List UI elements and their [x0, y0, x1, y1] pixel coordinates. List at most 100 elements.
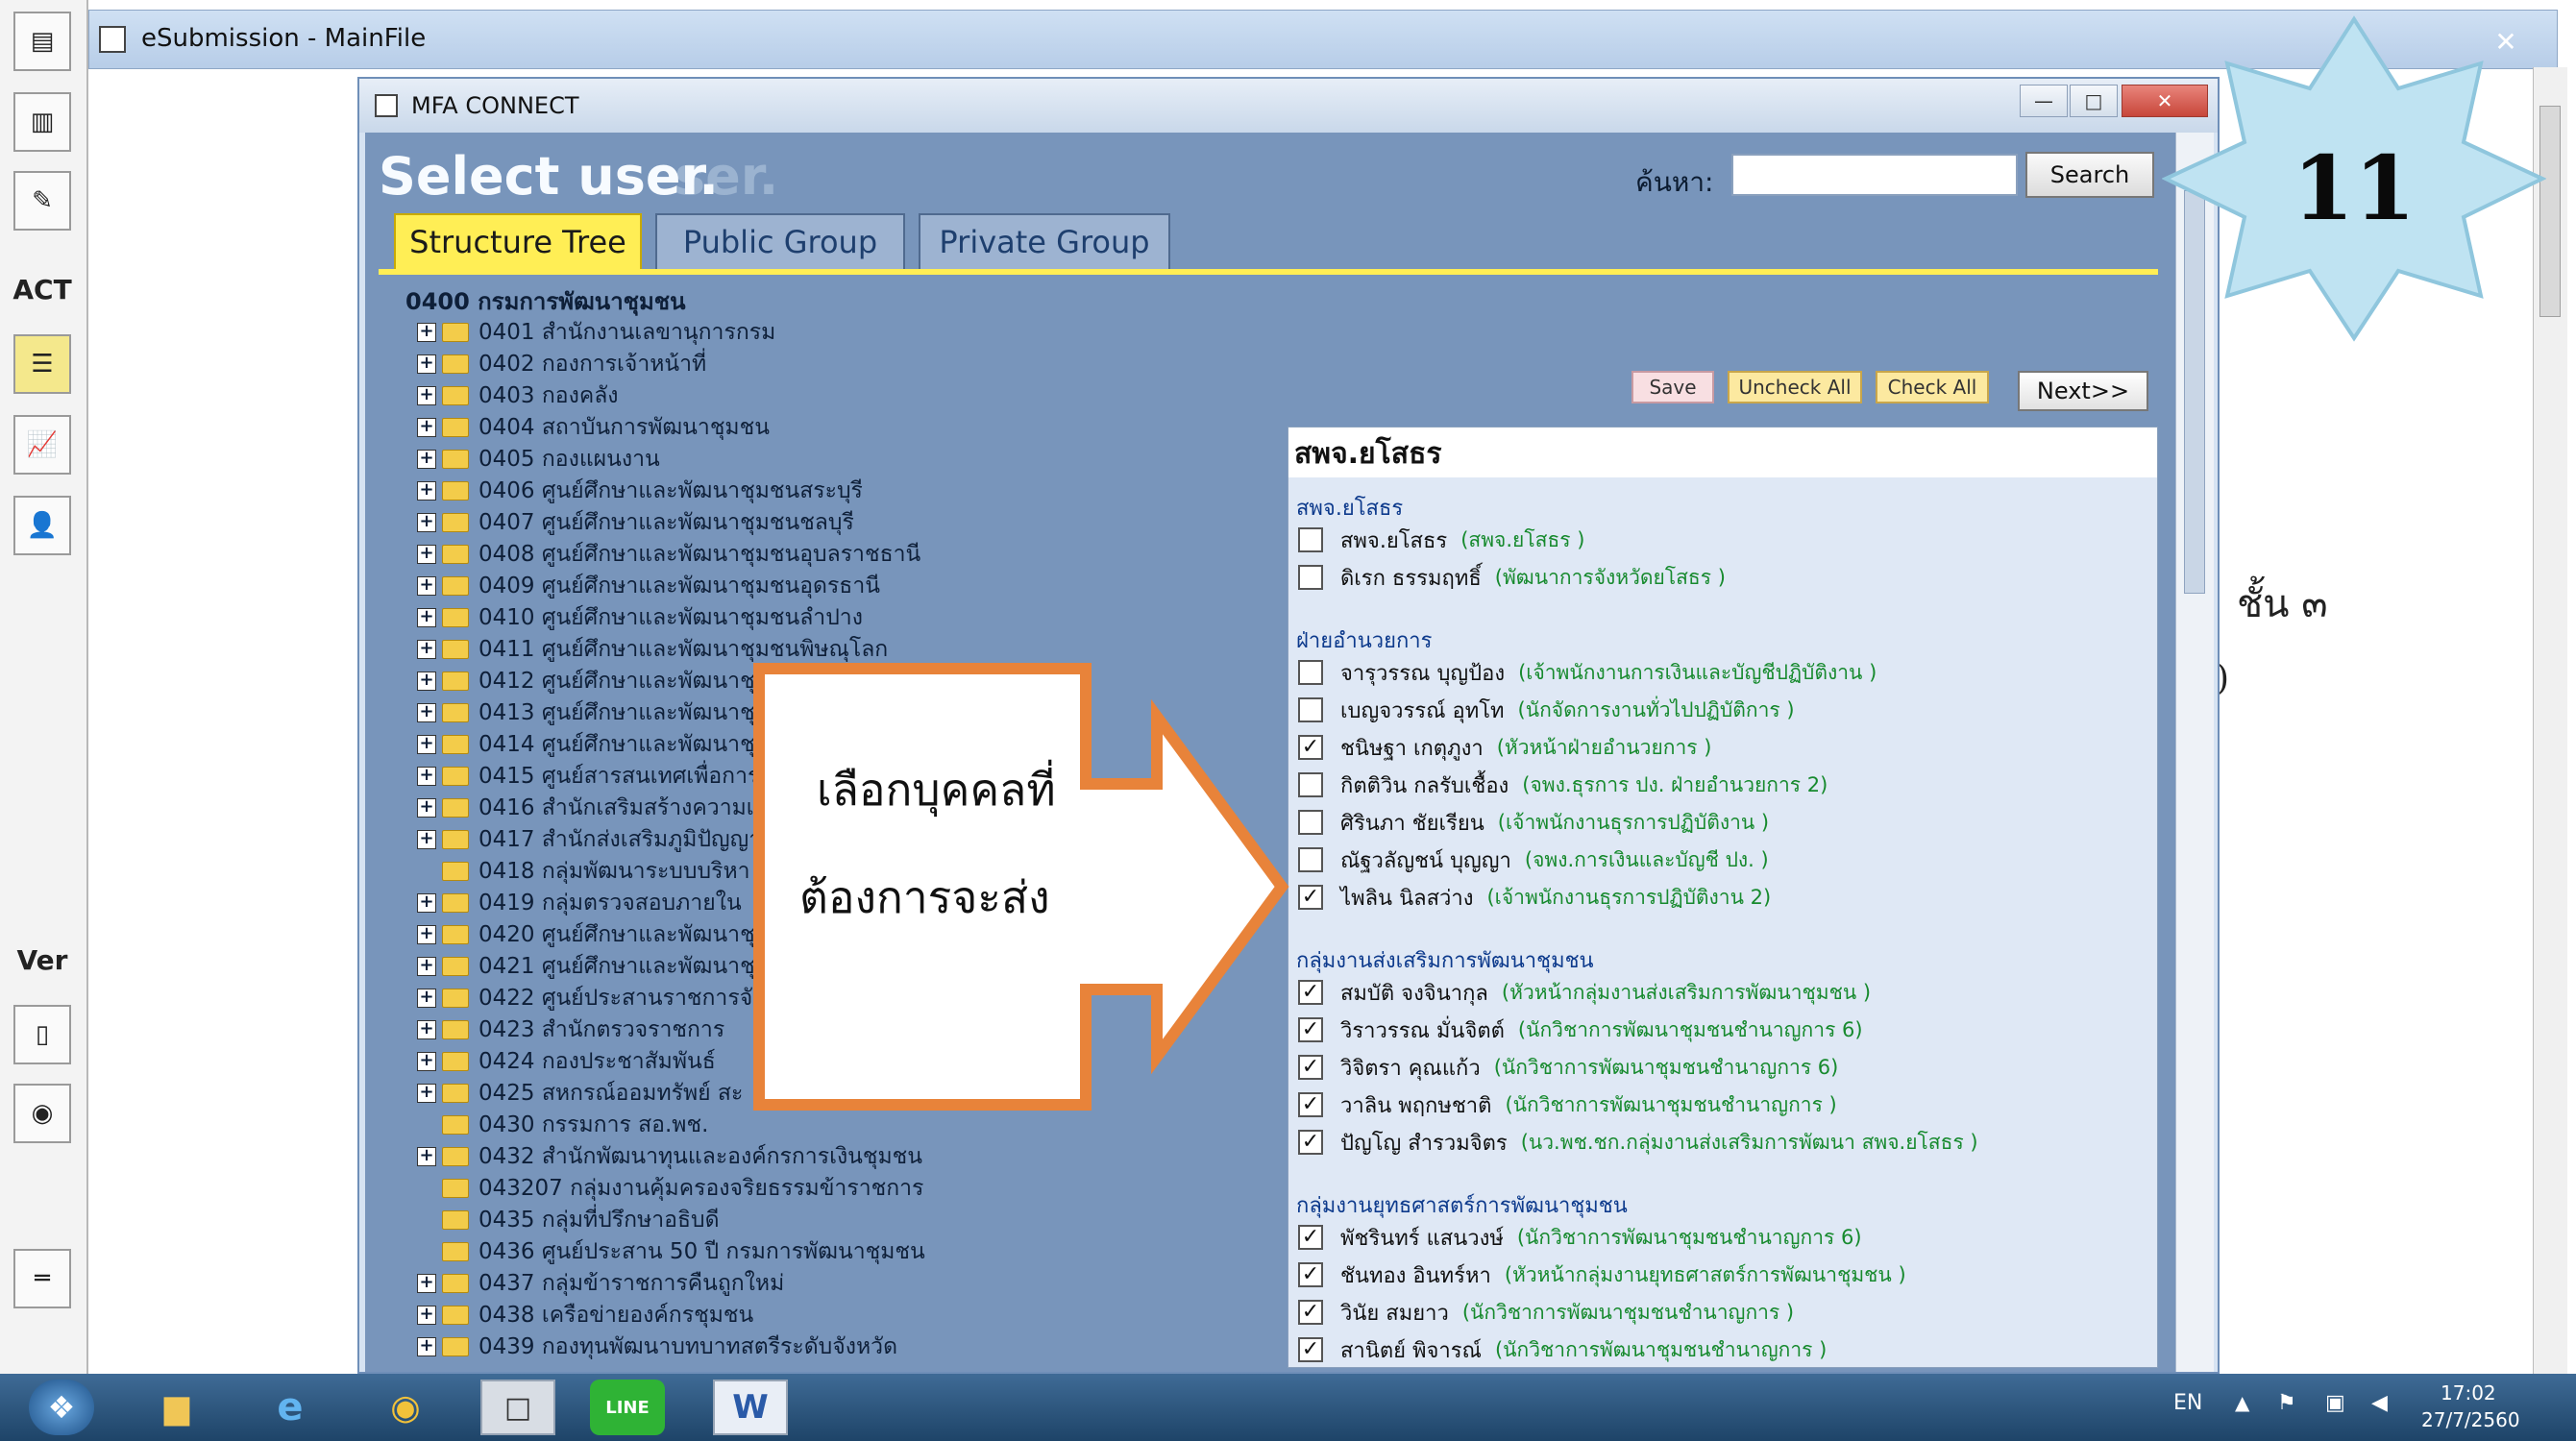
member-row[interactable]: ณัฐวลัญชน์ บุญญา (จพง.การเงินและบัญชี ปง.…: [1298, 843, 1769, 876]
tree-item[interactable]: +0423 สำนักตรวจราชการ: [417, 1014, 724, 1045]
tree-item[interactable]: +0425 สหกรณ์ออมทรัพย์ สะ: [417, 1078, 743, 1109]
member-row[interactable]: ✓ สานิตย์ พิจารณ์ (นักวิชาการพัฒนาชุมชนชำน…: [1298, 1333, 1827, 1366]
expand-plus-icon[interactable]: +: [417, 989, 436, 1008]
tree-item[interactable]: +0415 ศูนย์สารสนเทศเพื่อการ: [417, 761, 759, 792]
member-row[interactable]: กิตติวิน กลรับเชื้อง (จพง.ธุรการ ปง. ฝ่าย…: [1298, 769, 1828, 801]
tree-item[interactable]: 0418 กลุ่มพัฒนาระบบบริหา: [417, 856, 750, 887]
minimize-icon[interactable]: —: [2020, 85, 2068, 117]
member-row[interactable]: ✓ สมบัติ จงจินากุล (หัวหน้ากลุ่มงานส่งเสริ…: [1298, 976, 1871, 1009]
tab-public-group[interactable]: Public Group: [655, 213, 905, 271]
member-row[interactable]: ✓ ไพลิน นิลสว่าง (เจ้าพนักงานธุรการปฏิบัติ…: [1298, 881, 1771, 914]
tree-item[interactable]: +0437 กลุ่มข้าราชการคืนถูกใหม่: [417, 1268, 784, 1299]
expand-plus-icon[interactable]: +: [417, 1147, 436, 1166]
tree-item[interactable]: +0404 สถาบันการพัฒนาชุมชน: [417, 412, 770, 443]
tree-item[interactable]: +0424 กองประชาสัมพันธ์: [417, 1046, 716, 1077]
tab-private-group[interactable]: Private Group: [919, 213, 1170, 271]
expand-plus-icon[interactable]: +: [417, 513, 436, 532]
language-indicator[interactable]: EN: [2173, 1391, 2202, 1415]
tree-item[interactable]: +0402 กองการเจ้าหน้าที่: [417, 349, 706, 379]
checkbox-unchecked[interactable]: [1298, 847, 1323, 872]
checkbox-unchecked[interactable]: [1298, 697, 1323, 722]
uncheck-all-button[interactable]: Uncheck All: [1728, 371, 1862, 403]
expand-plus-icon[interactable]: +: [417, 608, 436, 627]
expand-plus-icon[interactable]: +: [417, 893, 436, 913]
file-explorer-icon[interactable]: ▆: [144, 1380, 209, 1435]
ruler-icon[interactable]: ═: [13, 1249, 71, 1308]
expand-plus-icon[interactable]: +: [417, 767, 436, 786]
tree-item[interactable]: 043207 กลุ่มงานคุ้มครองจริยธรรมข้าราชการ: [417, 1173, 923, 1204]
page-icon[interactable]: ▯: [13, 1005, 71, 1064]
new-document-icon[interactable]: ▤: [13, 12, 71, 71]
window-app-icon[interactable]: □: [480, 1380, 555, 1435]
expand-plus-icon[interactable]: +: [417, 1274, 436, 1293]
checkbox-unchecked[interactable]: [1298, 527, 1323, 552]
tree-item[interactable]: +0410 ศูนย์ศึกษาและพัฒนาชุมชนลำปาง: [417, 602, 863, 633]
save-button[interactable]: Save: [1631, 371, 1714, 403]
checkbox-unchecked[interactable]: [1298, 660, 1323, 685]
checkbox-checked[interactable]: ✓: [1298, 1300, 1323, 1325]
checkbox-checked[interactable]: ✓: [1298, 1055, 1323, 1080]
expand-plus-icon[interactable]: +: [417, 418, 436, 437]
tree-item[interactable]: +0405 กองแผนงาน: [417, 444, 660, 475]
member-row[interactable]: ✓ พัชรินทร์ แสนวงษ์ (นักวิชาการพัฒนาชุมชนช…: [1298, 1221, 1862, 1254]
maximize-icon[interactable]: □: [2070, 85, 2118, 117]
tree-item[interactable]: +0422 ศูนย์ประสานราชการจั: [417, 983, 752, 1014]
expand-plus-icon[interactable]: +: [417, 703, 436, 722]
tree-item[interactable]: +0417 สำนักส่งเสริมภูมิปัญญา: [417, 824, 761, 855]
expand-plus-icon[interactable]: +: [417, 798, 436, 818]
expand-plus-icon[interactable]: +: [417, 640, 436, 659]
tree-item[interactable]: +0438 เครือข่ายองค์กรชุมชน: [417, 1300, 753, 1331]
expand-plus-icon[interactable]: +: [417, 1052, 436, 1071]
member-row[interactable]: จารุวรรณ บุญป้อง (เจ้าพนักงานการเงินและบั…: [1298, 656, 1877, 689]
member-row[interactable]: ✓ ชันทอง อินทร์หา (หัวหน้ากลุ่มงานยุทธศาสต…: [1298, 1258, 1906, 1291]
expand-plus-icon[interactable]: +: [417, 672, 436, 691]
member-row[interactable]: ✓ วินัย สมยาว (นักวิชาการพัฒนาชุมชนชำนาญกา…: [1298, 1296, 1794, 1329]
tree-item[interactable]: +0416 สำนักเสริมสร้างความเข: [417, 793, 769, 823]
member-row[interactable]: ศิรินภา ชัยเรียน (เจ้าพนักงานธุรการปฏิบัต…: [1298, 806, 1769, 839]
checkbox-checked[interactable]: ✓: [1298, 1337, 1323, 1362]
checkbox-checked[interactable]: ✓: [1298, 1017, 1323, 1042]
volume-icon[interactable]: ◀: [2371, 1391, 2388, 1415]
tree-item[interactable]: +0407 ศูนย์ศึกษาและพัฒนาชุมชนชลบุรี: [417, 507, 854, 538]
expand-plus-icon[interactable]: +: [417, 545, 436, 564]
expand-plus-icon[interactable]: +: [417, 481, 436, 501]
checkbox-checked[interactable]: ✓: [1298, 1092, 1323, 1117]
expand-plus-icon[interactable]: +: [417, 1084, 436, 1103]
tree-item[interactable]: +0403 กองคลัง: [417, 380, 619, 411]
tree-item[interactable]: +0409 ศูนย์ศึกษาและพัฒนาชุมชนอุดรธานี: [417, 571, 880, 601]
expand-plus-icon[interactable]: +: [417, 957, 436, 976]
expand-plus-icon[interactable]: +: [417, 735, 436, 754]
start-button[interactable]: ❖: [29, 1380, 94, 1435]
member-row[interactable]: ✓ วิจิตรา คุณแก้ว (นักวิชาการพัฒนาชุมชนชำน…: [1298, 1051, 1838, 1084]
tree-item[interactable]: +0401 สำนักงานเลขานุการกรม: [417, 317, 775, 348]
checkbox-checked[interactable]: ✓: [1298, 1225, 1323, 1250]
line-app-icon[interactable]: LINE: [590, 1380, 665, 1435]
expand-plus-icon[interactable]: +: [417, 450, 436, 469]
notes-icon[interactable]: ☰: [13, 334, 71, 394]
expand-plus-icon[interactable]: +: [417, 925, 436, 944]
checkbox-checked[interactable]: ✓: [1298, 980, 1323, 1005]
chart-icon[interactable]: 📈: [13, 415, 71, 475]
member-row[interactable]: เบญจวรรณ์ อุทโท (นักจัดการงานทั่วไปปฏิบัต…: [1298, 694, 1795, 726]
tree-item[interactable]: +0421 ศูนย์ศึกษาและพัฒนาชุ: [417, 951, 755, 982]
tree-item[interactable]: +0412 ศูนย์ศึกษาและพัฒนาชุ: [417, 666, 755, 696]
member-row[interactable]: ✓ วิราวรรณ มั่นจิตต์ (นักวิชาการพัฒนาชุมชน…: [1298, 1014, 1863, 1046]
tree-item[interactable]: +0414 ศูนย์ศึกษาและพัฒนาชุ: [417, 729, 755, 760]
tree-item[interactable]: +0413 ศูนย์ศึกษาและพัฒนาชุ: [417, 697, 755, 728]
document-list-icon[interactable]: ▥: [13, 92, 71, 152]
tree-item[interactable]: +0419 กลุ่มตรวจสอบภายใน: [417, 888, 742, 918]
member-row[interactable]: ✓ วาลิน พฤกษชาติ (นักวิชาการพัฒนาชุมชนชำนา…: [1298, 1088, 1837, 1121]
tree-item[interactable]: 0430 กรรมการ สอ.พช.: [417, 1110, 708, 1140]
checkbox-checked[interactable]: ✓: [1298, 1262, 1323, 1287]
checkbox-checked[interactable]: ✓: [1298, 885, 1323, 910]
ver-button[interactable]: Ver: [13, 930, 71, 989]
tree-item[interactable]: +0406 ศูนย์ศึกษาและพัฒนาชุมชนสระบุรี: [417, 476, 863, 506]
expand-plus-icon[interactable]: +: [417, 386, 436, 405]
act-button[interactable]: ACT: [12, 259, 71, 319]
word-icon[interactable]: W: [713, 1380, 788, 1435]
network-icon[interactable]: ▣: [2325, 1391, 2345, 1415]
tree-item[interactable]: 0436 ศูนย์ประสาน 50 ปี กรมการพัฒนาชุมชน: [417, 1236, 925, 1267]
tree-item[interactable]: +0432 สำนักพัฒนาทุนและองค์กรการเงินชุมชน: [417, 1141, 922, 1172]
checkbox-checked[interactable]: ✓: [1298, 1130, 1323, 1155]
clock-date[interactable]: 27/7/2560: [2421, 1408, 2520, 1431]
